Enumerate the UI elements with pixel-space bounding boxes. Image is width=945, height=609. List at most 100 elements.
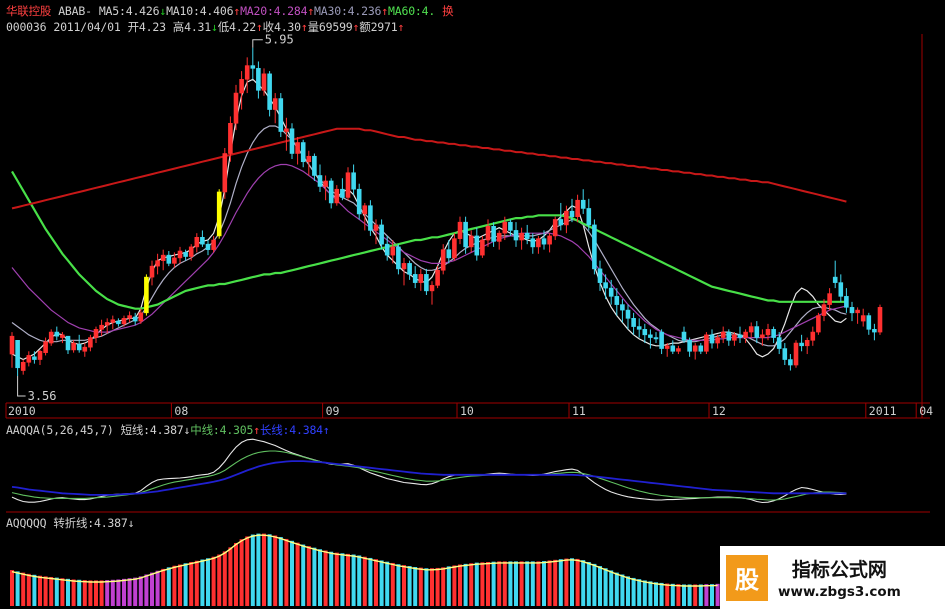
candle-body-up [502,221,508,234]
indicator2-bar [682,584,686,606]
indicator2-bar [620,574,625,606]
candle [412,266,418,289]
candle-body-down [872,329,877,333]
candle [849,301,855,322]
candle-body-down [463,221,468,248]
candle [144,274,149,316]
candle-body-up [26,355,32,363]
mid-line-value: 中线:4.305 [190,423,254,437]
candle-body-up [345,172,351,198]
candle-body-down [407,263,412,275]
candle-body-up [435,269,440,286]
indicator1-name: AAQQA(5,26,45,7) [6,423,114,437]
x-axis-label: 10 [460,404,474,418]
candle-body-down [838,282,844,297]
x-axis: 2010 08 09 10 11 12 2011 04 [8,403,933,418]
indicator2-bar [676,584,681,606]
candle-body-up [261,73,267,91]
candle [340,178,345,201]
candle-body-down [687,340,692,352]
indicator2-bar [172,565,177,606]
candle [205,240,211,256]
indicator2-bar [323,550,328,606]
candle-body-up [110,319,116,323]
candle [855,307,860,324]
candle-body-down [530,238,536,248]
x-axis-label: 09 [326,404,340,418]
candle [698,343,704,355]
candle-body-down [832,276,838,283]
indicator2-bar [368,557,373,606]
candle [26,351,32,367]
candlesticks [9,47,883,377]
indicator2-bar [38,575,42,606]
indicator2-bar [150,572,154,606]
candle [474,227,480,261]
candle-body-down [513,230,519,241]
candle-body-down [396,246,401,270]
volume: 量69599 [307,20,353,34]
indicator2-bar [542,561,546,606]
candle-body-up [295,142,300,154]
candle-body-up [821,304,827,316]
candle-body-down [412,274,418,283]
indicator2-bar [200,559,205,606]
watermark-url: www.zbgs3.com [778,584,901,600]
candle [608,279,614,305]
candle [670,340,676,355]
indicator2-bar [99,580,104,606]
candle-body-down [608,287,614,297]
indicator2-bar [110,579,115,606]
candle [289,123,295,159]
header-line: 华联控股 ABAB- MA5:4.426↓MA10:4.406↑MA20:4.284… [6,3,454,19]
indicator2-bar [54,577,59,606]
indicator2-bar [469,563,474,606]
candle-body-down [250,65,256,69]
candle-body-down [166,254,172,264]
candle-body-down [508,221,513,231]
candle [788,354,793,371]
candle-body-down [368,205,373,231]
candle [810,326,816,346]
candle-body-down [256,68,261,91]
candle-body-up [485,226,491,241]
indicator2-bar [407,566,412,606]
indicator2-bar [284,538,289,606]
candle [116,318,121,327]
indicator2-bar [239,539,244,606]
candle-body-up [676,348,681,352]
candle-body-down [653,337,659,340]
low-marker-line [17,376,26,397]
indicator2-bar [245,536,250,606]
candle-body-down [603,282,608,289]
candle [328,178,334,209]
indicator2-bar [351,554,356,606]
indicator2-bar [217,554,222,606]
indicator2-bar [637,579,642,606]
candle-body-down [726,331,732,341]
indicator2-bar [704,584,709,606]
candle-body-up [457,221,463,239]
candle [15,340,20,377]
watermark-text: 指标公式网 www.zbgs3.com [778,555,901,600]
candle [48,329,54,346]
indicator2-bar [15,571,20,606]
candle [60,332,65,344]
indicator2-bar [530,561,535,606]
candle-body-up [715,337,720,344]
indicator2-bar [189,562,194,606]
candle-body-up [564,210,569,226]
candle [782,343,788,366]
candle-body-up [177,250,183,259]
open-price: 开4.23 [127,20,166,34]
indicator2-bar [687,584,692,606]
candle [844,288,849,313]
candle [832,260,838,289]
candle-body-up [480,239,485,256]
indicator2-bar [357,555,362,606]
indicator2-bar [222,551,227,606]
candle [468,230,474,253]
candle-body-up [144,276,149,314]
indicator2-bar [558,559,563,606]
candle-body-up [20,361,26,371]
